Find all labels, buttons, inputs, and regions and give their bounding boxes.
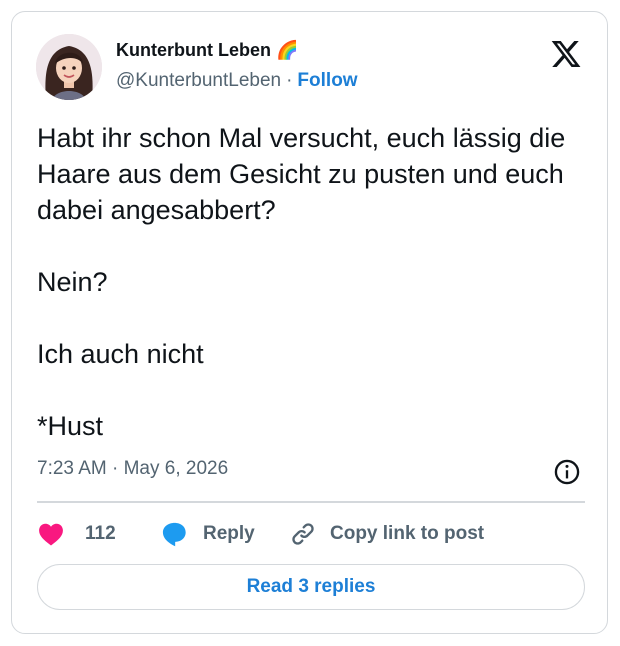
avatar[interactable] — [36, 34, 102, 100]
like-button[interactable]: 112 — [38, 518, 116, 550]
follow-link[interactable]: Follow — [297, 70, 357, 91]
heart-icon — [39, 523, 63, 546]
reply-button[interactable]: Reply — [160, 518, 255, 550]
author-handle[interactable]: @KunterbuntLeben — [116, 70, 281, 91]
copy-link-button[interactable]: Copy link to post — [289, 518, 484, 550]
author-name[interactable]: Kunterbunt Leben 🌈 — [116, 40, 298, 61]
read-replies-button[interactable]: Read 3 replies — [37, 564, 585, 610]
handle-row: @KunterbuntLeben · Follow — [116, 70, 358, 92]
handle-separator: · — [286, 70, 293, 91]
tweet-paragraph: Ich auch nicht — [37, 339, 204, 369]
tweet-paragraph: Habt ihr schon Mal versucht, euch lässig… — [37, 123, 566, 225]
tweet-paragraph: Nein? — [37, 267, 108, 297]
like-count: 112 — [85, 523, 116, 544]
tweet-text: Habt ihr schon Mal versucht, euch lässig… — [37, 120, 587, 444]
tweet-paragraph: *Hust — [37, 411, 104, 441]
copy-link-label: Copy link to post — [330, 523, 485, 544]
reply-label: Reply — [203, 523, 255, 544]
x-logo-icon[interactable] — [550, 38, 582, 70]
avatar-image — [36, 34, 102, 100]
info-icon[interactable] — [553, 458, 581, 486]
divider — [37, 501, 585, 503]
link-icon — [292, 523, 314, 545]
speech-bubble-icon — [162, 522, 186, 547]
timestamp-link[interactable]: 7:23 AM · May 6, 2026 — [37, 458, 228, 480]
tweet-card: Kunterbunt Leben 🌈 @KunterbuntLeben · Foll… — [11, 11, 608, 634]
